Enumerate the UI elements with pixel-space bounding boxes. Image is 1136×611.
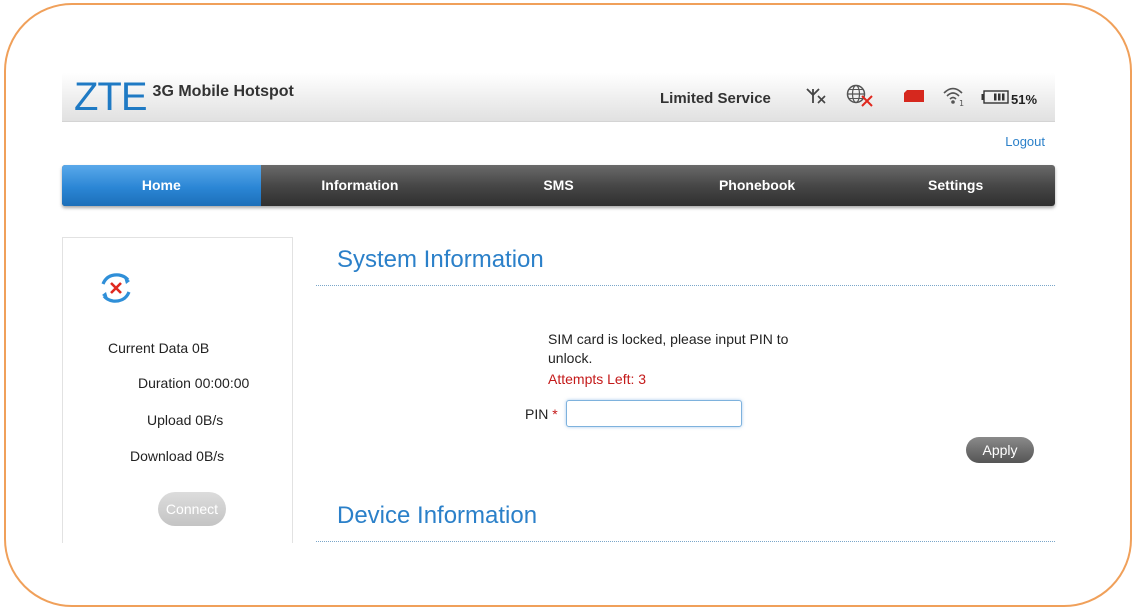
nav-home[interactable]: Home xyxy=(62,165,261,206)
network-status: Limited Service xyxy=(660,90,771,107)
main-nav: Home Information SMS Phonebook Settings xyxy=(62,165,1055,206)
nav-information[interactable]: Information xyxy=(261,165,460,206)
battery-percent: 51% xyxy=(1011,92,1038,107)
wifi-icon: 1 xyxy=(942,85,966,112)
duration: Duration 00:00:00 xyxy=(138,375,250,391)
download-rate: Download 0B/s xyxy=(130,448,225,464)
internet-disconnected-icon xyxy=(845,83,875,114)
battery-icon xyxy=(981,90,1009,109)
nav-settings[interactable]: Settings xyxy=(856,165,1055,206)
product-name: 3G Mobile Hotspot xyxy=(152,83,294,100)
no-signal-icon xyxy=(806,86,828,111)
attempts-left: Attempts Left: 3 xyxy=(548,371,647,387)
sim-locked-message: SIM card is locked, please input PIN to … xyxy=(548,331,789,366)
pin-label: PIN * xyxy=(525,406,558,422)
logo: ZTE 3G Mobile Hotspot xyxy=(74,75,294,119)
current-data: Current Data 0B xyxy=(108,340,210,356)
nav-phonebook[interactable]: Phonebook xyxy=(658,165,857,206)
connect-button[interactable]: Connect xyxy=(158,492,226,526)
upload-rate: Upload 0B/s xyxy=(147,412,224,428)
nav-sms[interactable]: SMS xyxy=(459,165,658,206)
pin-input[interactable] xyxy=(566,400,742,427)
system-info-title: System Information xyxy=(337,246,544,273)
header-bar: ZTE 3G Mobile Hotspot Limited Service 1 … xyxy=(62,73,1055,122)
brand-logo: ZTE xyxy=(74,75,148,119)
apply-button[interactable]: Apply xyxy=(966,437,1034,463)
section-divider xyxy=(316,541,1055,542)
required-mark: * xyxy=(552,406,558,422)
device-info-title: Device Information xyxy=(337,502,538,529)
disconnected-sync-icon xyxy=(97,270,135,311)
pin-label-text: PIN xyxy=(525,406,549,422)
logout-link[interactable]: Logout xyxy=(1005,134,1045,149)
svg-text:1: 1 xyxy=(959,99,964,107)
sim-card-icon xyxy=(903,89,925,108)
section-divider xyxy=(316,285,1055,286)
